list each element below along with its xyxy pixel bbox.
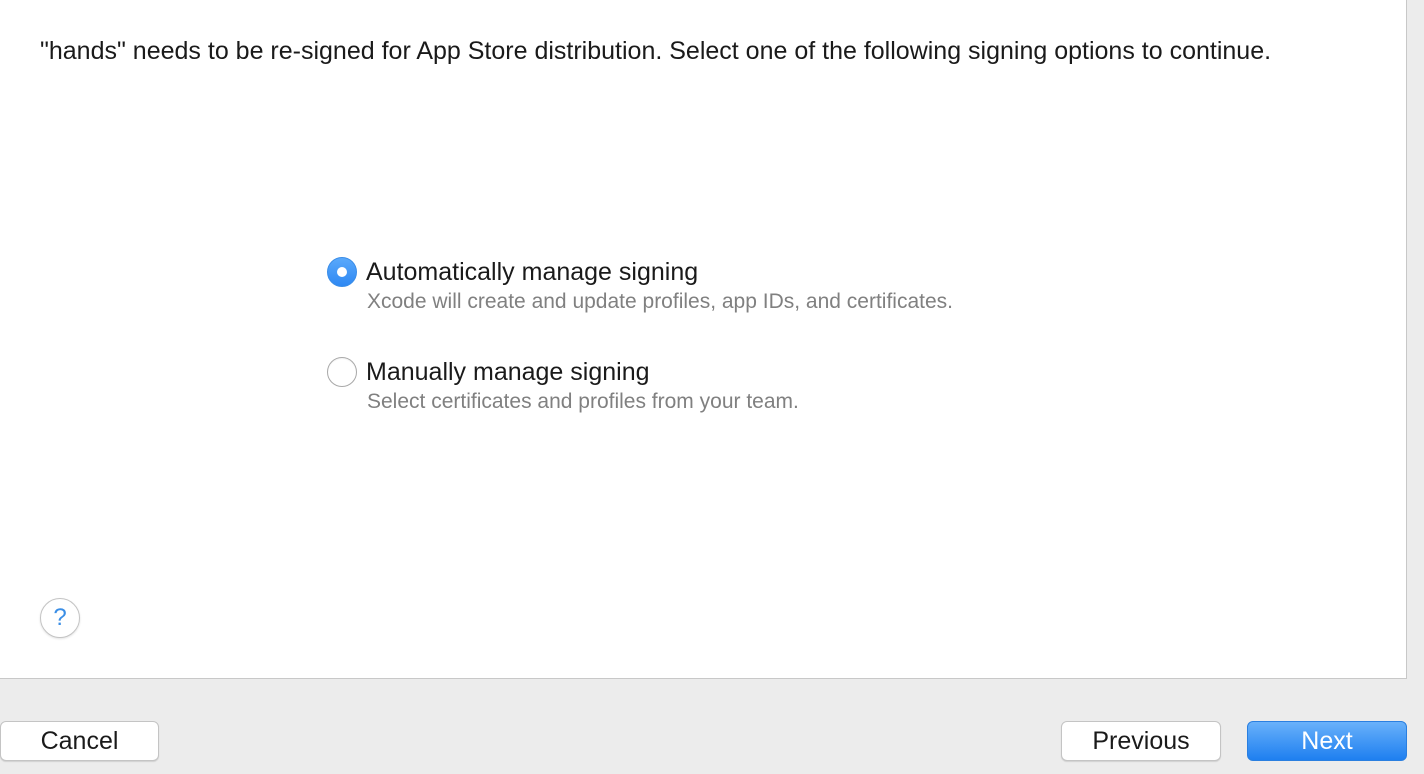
- help-button[interactable]: ?: [40, 598, 80, 638]
- option-manual-description: Select certificates and profiles from yo…: [367, 390, 799, 413]
- radio-automatic-signing[interactable]: [327, 257, 357, 287]
- radio-selected-dot: [337, 267, 347, 277]
- question-mark-icon: ?: [53, 604, 67, 631]
- option-automatic-description: Xcode will create and update profiles, a…: [367, 290, 953, 313]
- previous-button[interactable]: Previous: [1061, 721, 1221, 761]
- option-automatic-title: Automatically manage signing: [366, 258, 699, 286]
- content-pane: "hands" needs to be re-signed for App St…: [0, 0, 1407, 679]
- radio-manual-signing[interactable]: [327, 357, 357, 387]
- next-button[interactable]: Next: [1247, 721, 1407, 761]
- option-manual-title: Manually manage signing: [366, 358, 650, 386]
- cancel-button[interactable]: Cancel: [0, 721, 159, 761]
- signing-message: "hands" needs to be re-signed for App St…: [40, 37, 1272, 65]
- export-dialog: "hands" needs to be re-signed for App St…: [0, 0, 1424, 774]
